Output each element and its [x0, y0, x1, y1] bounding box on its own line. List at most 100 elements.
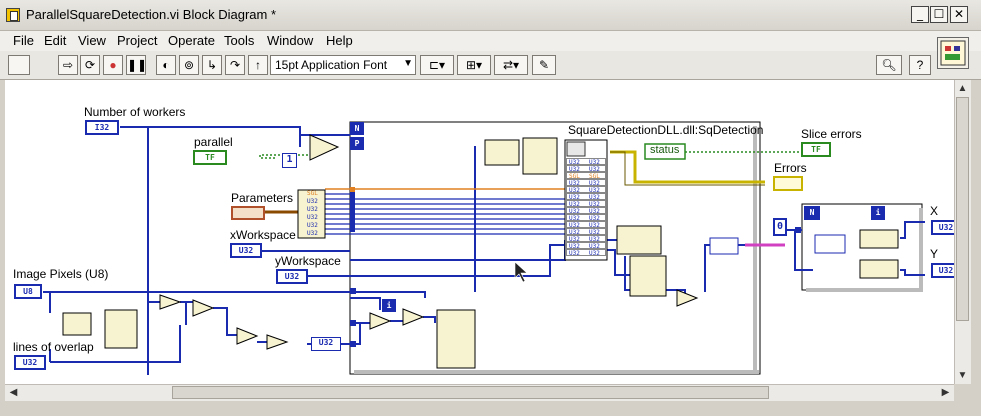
context-help-button[interactable]: ?: [909, 55, 931, 75]
increment-node[interactable]: [369, 312, 392, 330]
inner-loop-count-terminal[interactable]: N: [804, 206, 820, 220]
menu-operate[interactable]: Operate: [168, 33, 215, 48]
run-continuously-button[interactable]: ⟳: [80, 55, 100, 75]
xworkspace-control[interactable]: U32: [230, 243, 262, 258]
menu-view[interactable]: View: [78, 33, 106, 48]
bundle-node[interactable]: [709, 237, 739, 255]
abort-button[interactable]: ●: [103, 55, 123, 75]
inner-loop-iteration-terminal[interactable]: i: [871, 206, 885, 220]
step-out-button[interactable]: ↑: [248, 55, 268, 75]
scroll-down-arrow-icon[interactable]: ▼: [956, 368, 969, 383]
context-help-icon: ?: [916, 58, 924, 72]
array-subset-node-2[interactable]: [629, 255, 667, 297]
horizontal-scroll-thumb[interactable]: [172, 386, 769, 399]
menu-project[interactable]: Project: [117, 33, 157, 48]
lines-of-overlap-control[interactable]: U32: [14, 355, 46, 370]
unbundle-element-type: U32: [307, 222, 318, 229]
dll-parameter-row[interactable]: U32 U32: [566, 179, 606, 187]
label-dll-call: SquareDetectionDLL.dll:SqDetection: [568, 123, 764, 137]
menu-window[interactable]: Window: [267, 33, 313, 48]
title-bar: ParallelSquareDetection.vi Block Diagram…: [0, 0, 981, 31]
vertical-scroll-thumb[interactable]: [956, 97, 969, 321]
replace-subset-node[interactable]: [859, 229, 899, 249]
decrement-node[interactable]: [159, 294, 182, 310]
unbundle-element-type: U32: [307, 214, 318, 221]
retain-wire-values-icon: ⊚: [183, 58, 195, 72]
array-subset-node[interactable]: [436, 309, 476, 369]
run-arrow-icon: ⇨: [62, 58, 74, 72]
highlight-execution-button[interactable]: ◐: [156, 55, 176, 75]
menu-bar: File Edit View Project Operate Tools Win…: [0, 31, 981, 51]
dll-parameter-row[interactable]: U32 U32: [566, 165, 606, 173]
select-node[interactable]: [309, 134, 340, 161]
replace-subset-node-2[interactable]: [859, 259, 899, 279]
run-button[interactable]: ⇨: [58, 55, 78, 75]
scroll-right-arrow-icon[interactable]: ▶: [938, 385, 953, 400]
menu-edit[interactable]: Edit: [44, 33, 66, 48]
slice-errors-indicator[interactable]: TF: [801, 142, 831, 157]
yworkspace-control[interactable]: U32: [276, 269, 308, 284]
array-size-node[interactable]: [62, 312, 92, 336]
constant-zero[interactable]: 0: [773, 218, 787, 236]
dll-parameter-row[interactable]: U32 U32: [566, 221, 606, 229]
step-over-button[interactable]: ↷: [225, 55, 245, 75]
index-array-node-2[interactable]: [522, 137, 558, 175]
menu-help[interactable]: Help: [326, 33, 353, 48]
number-of-workers-control[interactable]: I32: [85, 120, 119, 135]
loop-iteration-terminal[interactable]: i: [382, 299, 396, 312]
dll-parameter-row[interactable]: U32 U32: [566, 235, 606, 243]
add-node-2[interactable]: [676, 289, 699, 307]
label-errors: Errors: [774, 161, 807, 175]
pause-button[interactable]: ❚❚: [126, 55, 147, 75]
maximize-button[interactable]: ☐: [930, 6, 948, 23]
clean-up-diagram-button[interactable]: ✎: [532, 55, 556, 75]
multiply-node-2[interactable]: [402, 308, 425, 326]
distribute-objects-button[interactable]: ⊞▾: [457, 55, 491, 75]
index-array-node[interactable]: [104, 309, 138, 349]
reshape-node[interactable]: [616, 225, 662, 255]
dll-parameter-row[interactable]: U32 U32: [566, 207, 606, 215]
parameters-control[interactable]: [231, 206, 265, 220]
unbundle-node[interactable]: [814, 234, 846, 254]
scroll-corner: [954, 384, 971, 401]
dll-parameter-row[interactable]: U32 U32: [566, 249, 606, 257]
step-into-button[interactable]: ↳: [202, 55, 222, 75]
loop-count-terminal[interactable]: N: [350, 122, 364, 135]
add-node[interactable]: [236, 327, 259, 345]
dll-parameter-row[interactable]: U32 U32: [566, 242, 606, 250]
step-out-icon: ↑: [255, 58, 261, 72]
label-yworkspace: yWorkspace: [275, 254, 341, 268]
scroll-up-arrow-icon[interactable]: ▲: [956, 81, 969, 96]
close-button[interactable]: ✕: [950, 6, 968, 23]
mouse-cursor: [514, 261, 528, 283]
dll-parameter-row[interactable]: SGL SGL: [566, 172, 606, 180]
search-button[interactable]: 🔍︎: [876, 55, 902, 75]
divide-node[interactable]: [266, 334, 289, 350]
multiply-node[interactable]: [192, 299, 215, 317]
dll-parameter-row[interactable]: U32 U32: [566, 200, 606, 208]
unbundle-element-type: U32: [307, 230, 318, 237]
block-diagram-canvas[interactable]: Number of workers I32 parallel TF 1 N P …: [5, 80, 971, 384]
dll-parameter-row[interactable]: U32 U32: [566, 186, 606, 194]
array-size-node-2[interactable]: [484, 139, 520, 166]
menu-tools[interactable]: Tools: [224, 33, 254, 48]
font-select[interactable]: 15pt Application Font ▼: [270, 55, 416, 75]
retain-wire-values-button[interactable]: ⊚: [179, 55, 199, 75]
parallel-control[interactable]: TF: [193, 150, 227, 165]
dll-parameter-row[interactable]: U32 U32: [566, 158, 606, 166]
align-objects-button[interactable]: ⊏▾: [420, 55, 454, 75]
loop-parallel-terminal[interactable]: P: [350, 137, 364, 150]
vi-connector-pane-icon[interactable]: [937, 37, 969, 69]
constant-one[interactable]: 1: [282, 153, 297, 168]
image-pixels-control[interactable]: U8: [14, 284, 42, 299]
menu-file[interactable]: File: [13, 33, 34, 48]
dll-parameter-row[interactable]: U32 U32: [566, 214, 606, 222]
dll-parameter-row[interactable]: U32 U32: [566, 228, 606, 236]
label-y-output: Y: [930, 247, 939, 261]
dll-parameter-row[interactable]: U32 U32: [566, 193, 606, 201]
minimize-button[interactable]: _: [911, 6, 929, 23]
to-u32-node[interactable]: U32: [311, 337, 341, 351]
scroll-left-arrow-icon[interactable]: ◀: [6, 385, 21, 400]
errors-indicator[interactable]: [773, 176, 803, 191]
reorder-button[interactable]: ⇄▾: [494, 55, 528, 75]
